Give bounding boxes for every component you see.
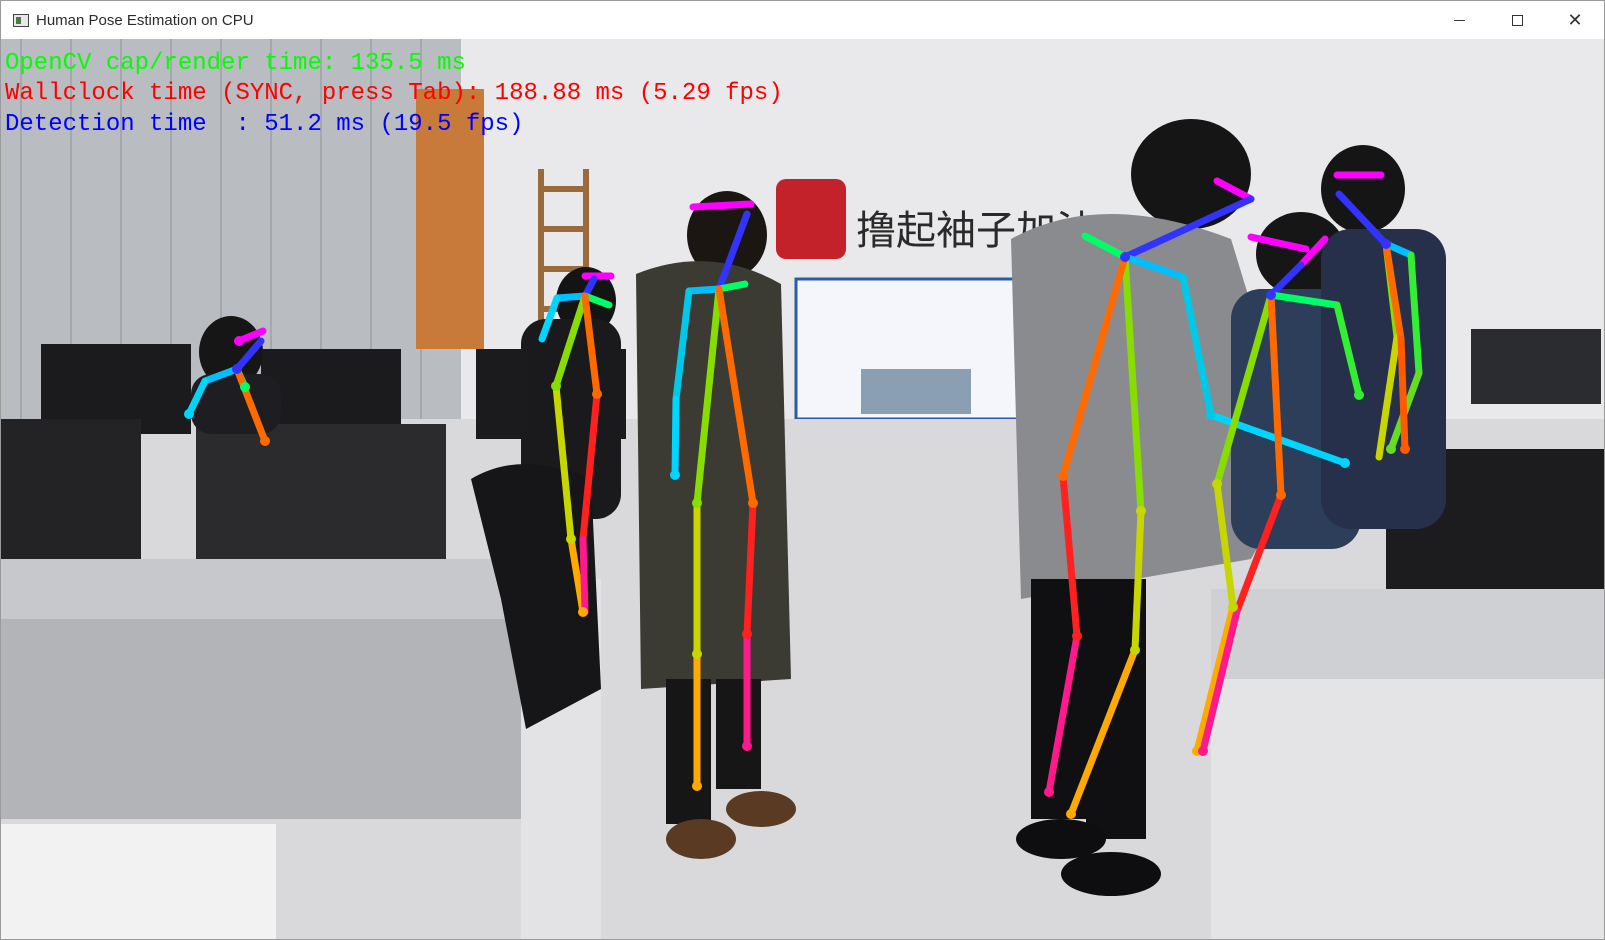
wallclock-time-label: Wallclock time (SYNC, press Tab): 188.88… (5, 80, 783, 107)
minimize-button[interactable] (1430, 1, 1488, 39)
cap-render-time-label: OpenCV cap/render time: 135.5 ms (5, 50, 466, 77)
camera-frame: 撸起袖子加油 (1, 39, 1604, 939)
app-window-icon (13, 13, 29, 27)
window-title: Human Pose Estimation on CPU (36, 11, 254, 29)
title-bar[interactable]: Human Pose Estimation on CPU ✕ (1, 1, 1604, 39)
maximize-icon (1511, 14, 1523, 26)
window-controls: ✕ (1430, 1, 1604, 39)
detection-time-label: Detection time : 51.2 ms (19.5 fps) (5, 111, 524, 138)
maximize-button[interactable] (1488, 1, 1546, 39)
close-icon: ✕ (1567, 10, 1583, 30)
app-window: Human Pose Estimation on CPU ✕ 撸起袖子加油 Op… (0, 0, 1605, 940)
minimize-icon (1453, 19, 1465, 21)
close-button[interactable]: ✕ (1546, 1, 1604, 39)
video-canvas: 撸起袖子加油 OpenCV cap/render time: 135.5 ms … (1, 39, 1604, 939)
